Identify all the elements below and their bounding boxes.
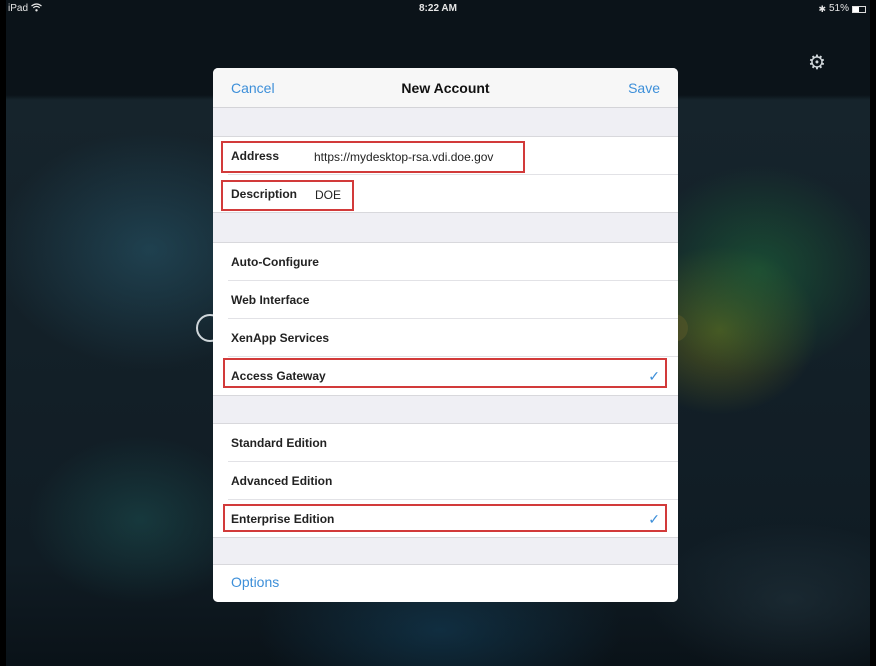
option-label: Auto-Configure [231, 255, 319, 269]
status-bar: iPad 8:22 AM ✱ 51% [0, 0, 876, 18]
option-web-interface[interactable]: Web Interface [213, 281, 678, 319]
options-button[interactable]: Options [231, 574, 279, 590]
save-button[interactable]: Save [628, 80, 660, 96]
bluetooth-icon: ✱ [818, 4, 826, 14]
status-time: 8:22 AM [419, 3, 457, 14]
highlight-address [221, 141, 525, 173]
highlight-access-gateway [223, 358, 667, 388]
option-label: Advanced Edition [231, 474, 333, 488]
device-frame-right [870, 0, 876, 666]
highlight-enterprise-edition [223, 504, 667, 532]
option-xenapp-services[interactable]: XenApp Services [213, 319, 678, 357]
battery-level [853, 6, 860, 12]
gear-icon[interactable]: ⚙ [806, 52, 828, 74]
battery-icon [852, 5, 866, 13]
dialog-navbar: Cancel New Account Save [213, 68, 678, 108]
option-label: XenApp Services [231, 331, 330, 345]
option-auto-configure[interactable]: Auto-Configure [213, 243, 678, 281]
dialog-title: New Account [401, 80, 490, 96]
option-label: Standard Edition [231, 436, 327, 450]
status-right: ✱ 51% [818, 0, 866, 18]
option-advanced-edition[interactable]: Advanced Edition [213, 462, 678, 500]
new-account-dialog: Cancel New Account Save Address https://… [213, 68, 678, 602]
battery-percent: 51% [828, 3, 849, 14]
highlight-description [221, 180, 354, 211]
option-label: Web Interface [231, 293, 310, 307]
options-group [213, 564, 678, 602]
device-frame-left [0, 0, 6, 666]
option-standard-edition[interactable]: Standard Edition [213, 424, 678, 462]
